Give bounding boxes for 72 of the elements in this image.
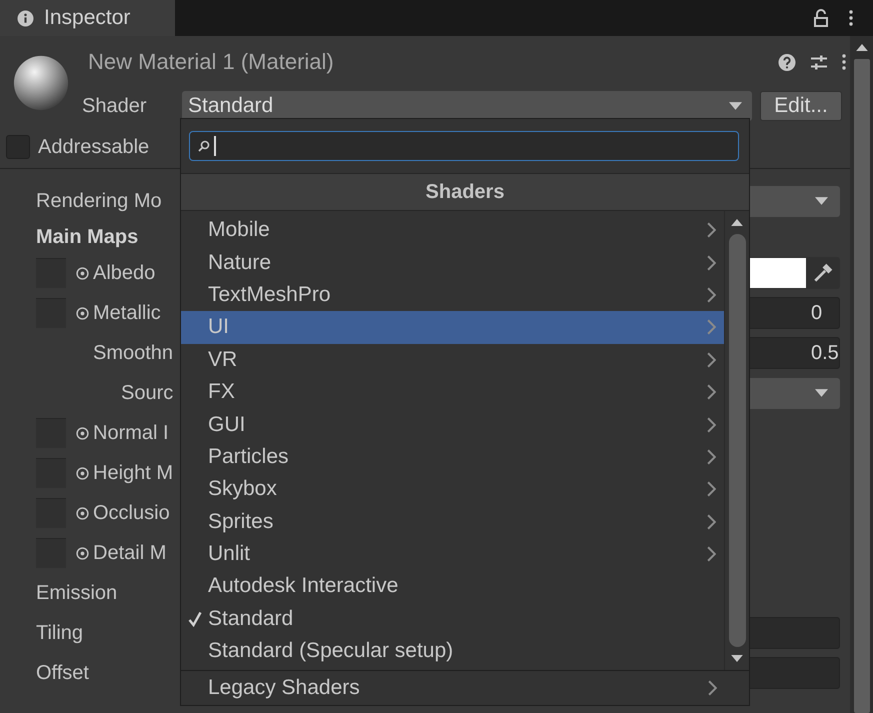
property-label: Rendering Mo	[36, 190, 162, 212]
object-picker-icon[interactable]	[76, 426, 89, 440]
search-icon	[198, 140, 210, 152]
chevron-right-icon	[707, 448, 716, 465]
shader-dropdown[interactable]: Standard	[182, 91, 752, 121]
menu-item[interactable]: Mobile	[181, 214, 724, 246]
menu-item[interactable]: Nature	[181, 246, 724, 279]
material-title: New Material 1 (Material)	[88, 49, 334, 75]
property-label: Albedo	[93, 262, 156, 284]
menu-item[interactable]: Legacy Shaders	[181, 671, 725, 705]
info-icon	[17, 10, 34, 26]
menu-item[interactable]: Particles	[181, 440, 724, 474]
scroll-up-icon[interactable]	[731, 219, 743, 226]
shader-label: Shader	[82, 94, 148, 118]
menu-item[interactable]: Standard (Specular setup)	[181, 635, 724, 668]
object-picker-icon[interactable]	[76, 266, 89, 280]
chevron-right-icon	[707, 481, 716, 498]
lock-icon[interactable]	[813, 9, 829, 27]
menu-item[interactable]: GUI	[181, 408, 724, 441]
property-label: Smoothn	[93, 342, 174, 364]
chevron-right-icon	[707, 416, 716, 433]
settings-icon[interactable]	[810, 54, 828, 70]
more-icon[interactable]	[842, 54, 846, 70]
menu-scrollbar[interactable]	[724, 211, 749, 670]
property-label: Main Maps	[36, 226, 138, 248]
chevron-right-icon	[707, 352, 716, 368]
chevron-right-icon	[707, 286, 716, 303]
edit-button[interactable]: Edit...	[760, 91, 842, 121]
property-label: Occlusio	[93, 502, 170, 524]
object-picker-icon[interactable]	[76, 466, 89, 480]
object-picker-icon[interactable]	[76, 506, 89, 520]
menu-item[interactable]: VR	[181, 344, 724, 376]
property-label: Metallic	[93, 302, 161, 324]
dropdown-arrow-icon	[815, 197, 828, 205]
property-label: Tiling	[36, 622, 84, 644]
addressable-label: Addressable	[38, 136, 150, 158]
chevron-right-icon	[707, 222, 716, 238]
menu-item[interactable]: TextMeshPro	[181, 278, 724, 312]
scroll-down-icon[interactable]	[731, 655, 743, 662]
property-label: Detail M	[93, 542, 166, 564]
object-picker-icon[interactable]	[76, 306, 89, 320]
scroll-up-icon[interactable]	[856, 44, 868, 51]
sphere-icon	[12, 54, 70, 112]
menu-item[interactable]: Sprites	[181, 506, 724, 538]
menu-item[interactable]: Unlit	[181, 538, 724, 570]
property-label: Normal I	[93, 422, 169, 444]
menu-item[interactable]: Skybox	[181, 473, 724, 506]
menu-item[interactable]: Autodesk Interactive	[181, 570, 724, 603]
property-label: Emission	[36, 582, 118, 604]
dropdown-arrow-icon	[815, 389, 828, 397]
chevron-right-icon	[708, 680, 717, 696]
menu-title: Shaders	[181, 174, 749, 211]
chevron-right-icon	[707, 319, 716, 336]
property-label: Sourc	[121, 382, 174, 404]
addressable-checkbox[interactable]	[6, 135, 30, 159]
menu-item[interactable]: UI	[181, 311, 724, 344]
checkmark-icon	[188, 610, 202, 627]
inspector-tab[interactable]: Inspector	[0, 0, 175, 36]
menu-item[interactable]: FX	[181, 376, 724, 408]
search-field[interactable]	[189, 131, 739, 161]
property-label: Offset	[36, 662, 89, 684]
chevron-right-icon	[707, 254, 716, 271]
property-label: Height M	[93, 462, 174, 484]
chevron-right-icon	[707, 384, 716, 400]
chevron-right-icon	[707, 514, 716, 530]
dropdown-arrow-icon	[729, 102, 742, 110]
chevron-right-icon	[707, 546, 716, 562]
object-picker-icon[interactable]	[76, 546, 89, 560]
more-icon[interactable]	[849, 10, 853, 26]
scrollbar[interactable]	[850, 36, 873, 713]
menu-item[interactable]: Standard	[181, 602, 724, 636]
help-icon[interactable]	[778, 54, 796, 70]
